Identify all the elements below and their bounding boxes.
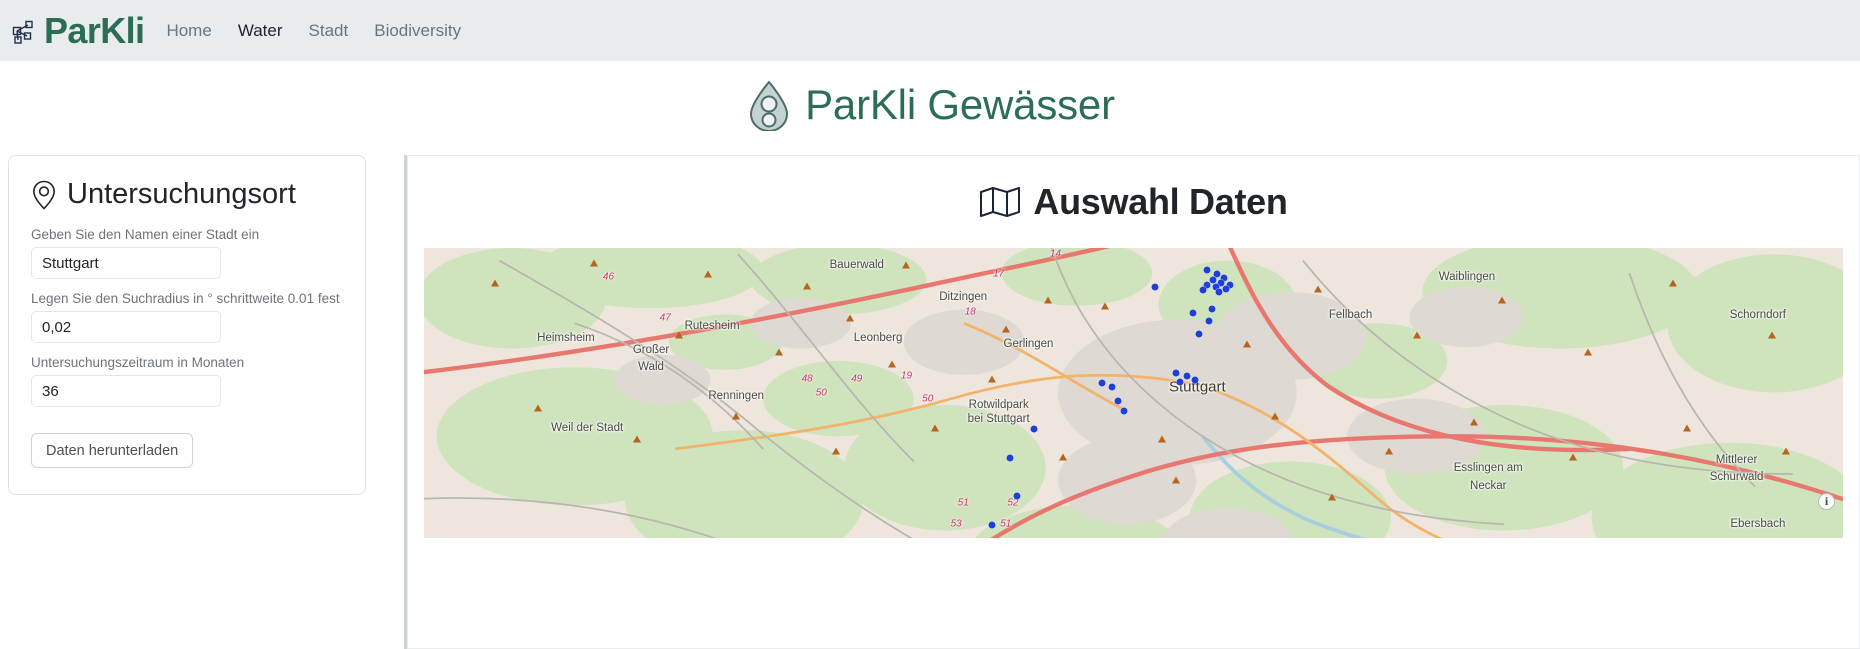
map-hill-icon <box>888 360 897 368</box>
map-hill-icon <box>1172 476 1181 484</box>
map-marker[interactable] <box>1183 372 1191 380</box>
map-hill-icon <box>1001 325 1010 333</box>
map-marker[interactable] <box>1120 407 1128 415</box>
map-hill-icon <box>1157 435 1166 443</box>
network-nodes-icon <box>8 14 42 48</box>
brand-logo[interactable]: ParKli <box>8 9 145 51</box>
download-data-button[interactable]: Daten herunterladen <box>31 433 194 468</box>
map-hill-icon <box>774 348 783 356</box>
map-hill-icon <box>1044 296 1053 304</box>
map-hill-icon <box>845 314 854 322</box>
map-hill-icon <box>1668 279 1677 287</box>
map-marker[interactable] <box>1176 378 1184 386</box>
folded-map-icon <box>979 185 1021 219</box>
map-marker[interactable] <box>1189 309 1197 317</box>
top-navbar: ParKli Home Water Stadt Biodiversity <box>0 0 1860 61</box>
nav-links: Home Water Stadt Biodiversity <box>166 21 461 41</box>
map-marker[interactable] <box>1199 286 1207 294</box>
map-hill-icon <box>1413 331 1422 339</box>
map-hill-icon <box>831 447 840 455</box>
map-marker[interactable] <box>1151 283 1159 291</box>
map-marker[interactable] <box>1222 285 1230 293</box>
nav-link-water[interactable]: Water <box>238 21 283 41</box>
nav-link-home[interactable]: Home <box>166 21 211 41</box>
map-marker[interactable] <box>1172 369 1180 377</box>
panel-header: Auswahl Daten <box>408 156 1859 248</box>
map-hill-icon <box>632 435 641 443</box>
map-hill-icon <box>1101 302 1110 310</box>
map-marker[interactable] <box>1114 397 1122 405</box>
page-title-row: ParKli Gewässer <box>0 61 1860 149</box>
nav-link-biodiversity[interactable]: Biodiversity <box>374 21 461 41</box>
location-pin-icon <box>31 180 57 210</box>
map-info-icon[interactable]: i <box>1818 493 1835 510</box>
map-hill-icon <box>1583 348 1592 356</box>
map-marker[interactable] <box>988 521 996 529</box>
map-marker[interactable] <box>1208 305 1216 313</box>
map-hill-icon <box>1768 331 1777 339</box>
auswahl-daten-panel: Auswahl Daten Bauerwald Ditzingen Waibli… <box>407 155 1860 649</box>
map-hill-icon <box>1313 285 1322 293</box>
map-marker[interactable] <box>1203 266 1211 274</box>
map-hill-icon <box>1782 447 1791 455</box>
map-container[interactable]: Bauerwald Ditzingen Waiblingen Fellbach Scho… <box>424 248 1843 538</box>
city-label: Geben Sie den Namen einer Stadt ein <box>31 227 260 242</box>
map-marker[interactable] <box>1205 317 1213 324</box>
map-basemap <box>424 248 1843 538</box>
untersuchungsort-card: Untersuchungsort Geben Sie den Namen ein… <box>8 155 366 495</box>
map-marker[interactable] <box>1108 383 1116 391</box>
content-area: Untersuchungsort Geben Sie den Namen ein… <box>0 149 1860 649</box>
map-marker[interactable] <box>1006 454 1014 462</box>
period-label: Untersuchungszeitraum in Monaten <box>31 355 245 370</box>
city-input[interactable] <box>31 247 221 279</box>
card-title: Untersuchungsort <box>67 178 296 210</box>
map-hill-icon <box>1271 412 1280 420</box>
map-hill-icon <box>902 261 911 269</box>
map-hill-icon <box>1384 447 1393 455</box>
left-column: Untersuchungsort Geben Sie den Namen ein… <box>0 149 404 495</box>
card-header: Untersuchungsort <box>31 178 343 211</box>
brand-text: ParKli <box>44 9 145 51</box>
map-hill-icon <box>1328 493 1337 501</box>
right-column: Auswahl Daten Bauerwald Ditzingen Waibli… <box>407 149 1860 649</box>
map-hill-icon <box>533 404 542 411</box>
map-hill-icon <box>590 259 599 266</box>
map-marker[interactable] <box>1030 425 1038 433</box>
map-hill-icon <box>1569 453 1578 461</box>
map-marker[interactable] <box>1215 288 1223 296</box>
map-hill-icon <box>1498 296 1507 304</box>
map-marker[interactable] <box>1098 379 1106 387</box>
map-marker[interactable] <box>1013 492 1021 500</box>
map-hill-icon <box>732 412 741 420</box>
map-hill-icon <box>1470 418 1479 426</box>
period-input[interactable] <box>31 375 221 407</box>
map-hill-icon <box>1682 424 1691 432</box>
map-hill-icon <box>1058 453 1067 461</box>
map-marker[interactable] <box>1191 376 1199 384</box>
map-hill-icon <box>490 279 499 287</box>
radius-label: Legen Sie den Suchradius in ° schrittwei… <box>31 291 340 306</box>
panel-title: Auswahl Daten <box>1033 181 1288 222</box>
page-title: ParKli Gewässer <box>805 81 1115 128</box>
map-hill-icon <box>930 424 939 432</box>
nav-link-stadt[interactable]: Stadt <box>309 21 349 41</box>
water-drop-icon <box>745 79 793 131</box>
map-hill-icon <box>987 375 996 382</box>
radius-input[interactable] <box>31 311 221 343</box>
map-hill-icon <box>803 282 812 290</box>
map-hill-icon <box>1243 340 1252 348</box>
map-marker[interactable] <box>1195 330 1203 338</box>
map-hill-icon <box>675 331 684 339</box>
map-hill-icon <box>703 270 712 278</box>
